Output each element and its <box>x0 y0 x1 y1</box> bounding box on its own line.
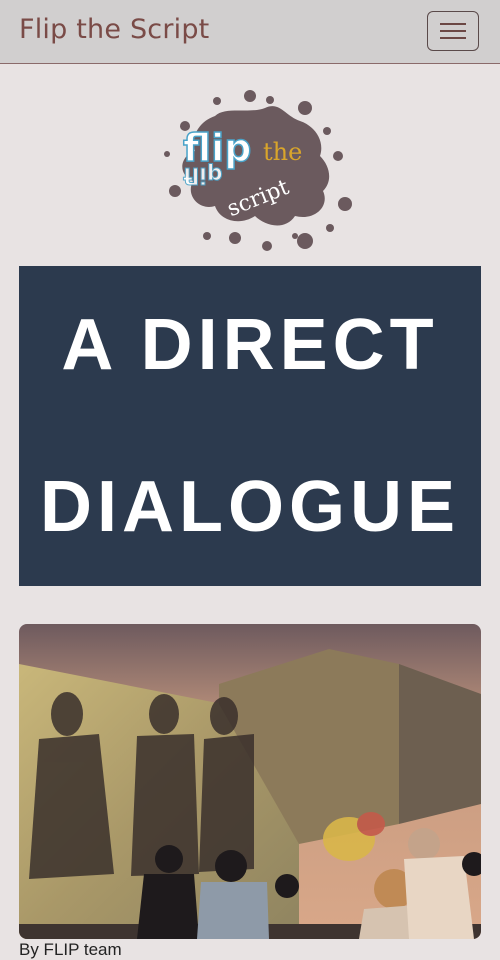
logo-word-the: the <box>263 138 302 166</box>
menu-toggle-button[interactable] <box>427 11 479 51</box>
hamburger-menu-icon-bar <box>440 30 466 32</box>
banner-line-1: A DIRECT <box>61 305 439 385</box>
hamburger-menu-icon-bar <box>440 37 466 39</box>
navbar: Flip the Script <box>0 0 500 64</box>
hamburger-menu-icon <box>440 23 466 25</box>
site-logo[interactable]: flip flip the script <box>155 86 355 256</box>
brand-link[interactable]: Flip the Script <box>19 14 209 45</box>
post-byline: By FLIP team <box>19 940 122 959</box>
post-image[interactable] <box>19 624 481 939</box>
banner-line-2: DIALOGUE <box>39 467 460 547</box>
hero-banner: A DIRECT DIALOGUE <box>19 266 481 586</box>
logo-word-flip-mirrored: flip <box>183 162 223 187</box>
